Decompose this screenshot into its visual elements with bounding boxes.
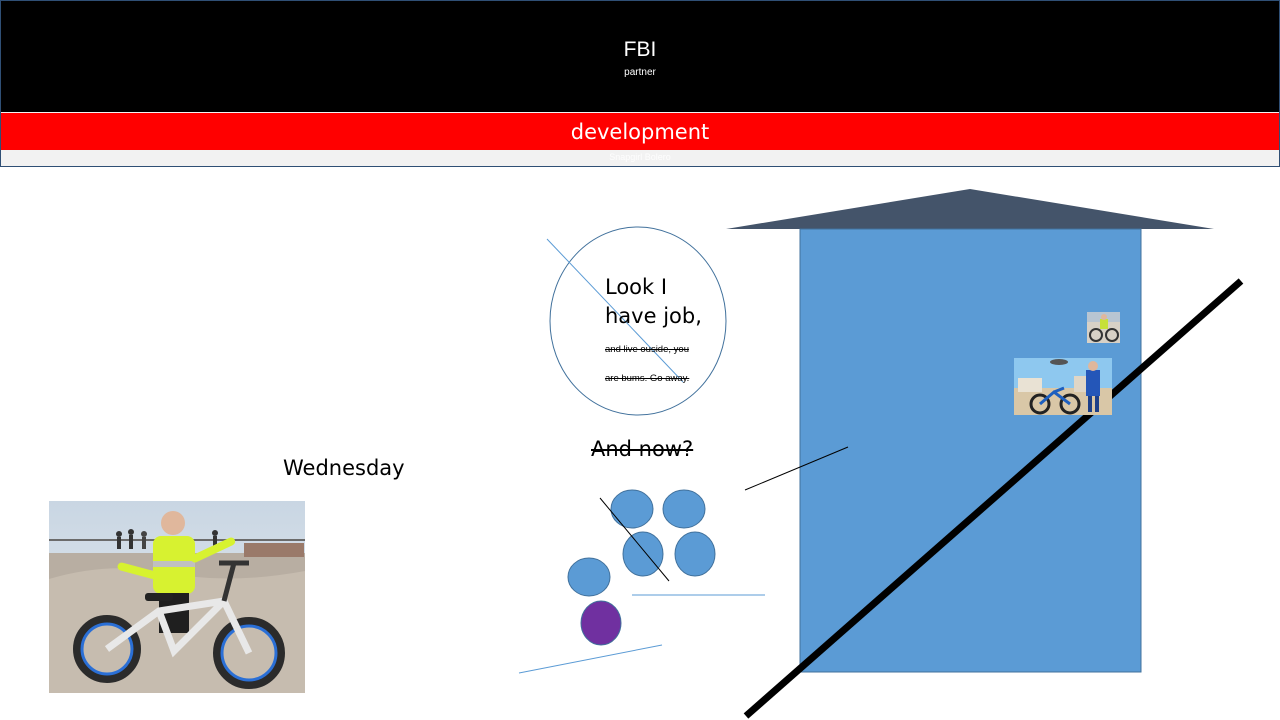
blue-circle xyxy=(622,531,664,577)
speech-main: Look I have job, xyxy=(605,275,702,328)
question-label: And now? xyxy=(591,437,694,461)
purple-circle xyxy=(580,600,622,646)
house-body xyxy=(799,228,1142,673)
blue-circle xyxy=(610,489,654,529)
speech-struck: and live ouside, you are bums. Go away. xyxy=(605,344,690,384)
cyclist-thumbnail-photo xyxy=(1087,312,1120,343)
blue-circle xyxy=(674,531,716,577)
thin-blue-line xyxy=(518,644,663,674)
day-label: Wednesday xyxy=(283,456,405,480)
police-bike-photo xyxy=(49,501,305,693)
house-roof xyxy=(726,189,1214,229)
blue-circle xyxy=(662,489,706,529)
speech-text: Look I have job, and live ouside, you ar… xyxy=(605,273,705,389)
police-bike-game-photo xyxy=(1014,358,1112,415)
blue-circle xyxy=(567,557,611,597)
